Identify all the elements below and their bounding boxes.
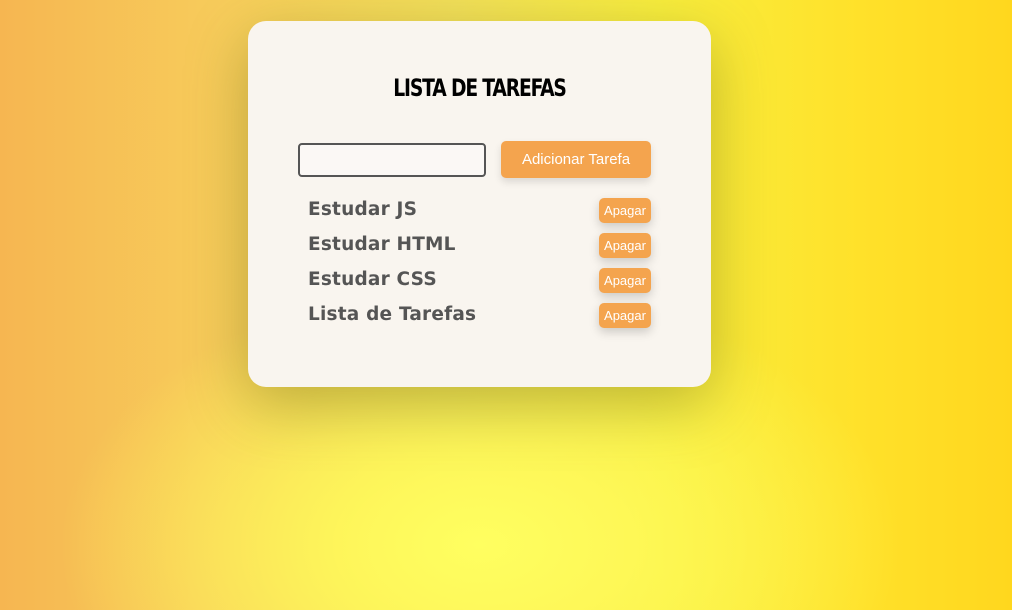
delete-task-button[interactable]: Apagar	[599, 233, 651, 258]
add-task-button[interactable]: Adicionar Tarefa	[501, 141, 651, 178]
task-text: Estudar CSS	[308, 269, 437, 290]
list-item: Estudar HTML Apagar	[308, 232, 651, 267]
task-text: Estudar JS	[308, 199, 418, 220]
delete-task-button[interactable]: Apagar	[599, 268, 651, 293]
todo-card: Lista de Tarefas Adicionar Tarefa Estuda…	[248, 21, 711, 387]
task-input[interactable]	[298, 143, 486, 177]
task-text: Lista de Tarefas	[308, 304, 477, 325]
delete-task-button[interactable]: Apagar	[599, 303, 651, 328]
task-list: Estudar JS Apagar Estudar HTML Apagar Es…	[308, 197, 651, 337]
list-item: Estudar CSS Apagar	[308, 267, 651, 302]
list-item: Lista de Tarefas Apagar	[308, 302, 651, 337]
page-title: Lista de Tarefas	[393, 74, 567, 102]
task-text: Estudar HTML	[308, 234, 456, 255]
list-item: Estudar JS Apagar	[308, 197, 651, 232]
delete-task-button[interactable]: Apagar	[599, 198, 651, 223]
